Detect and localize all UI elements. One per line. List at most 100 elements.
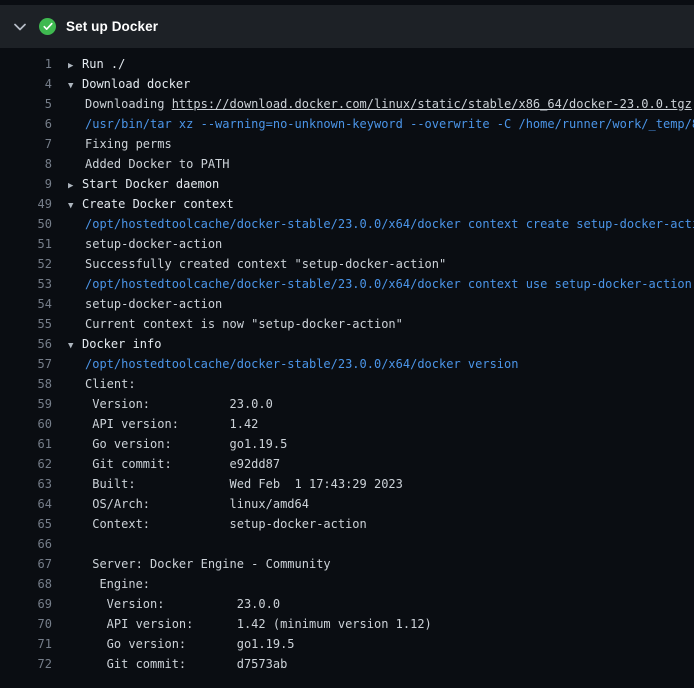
log-content: Added Docker to PATH	[68, 154, 230, 174]
log-group-row[interactable]: 56 ▼Docker info	[0, 334, 694, 354]
log-content: API version: 1.42	[68, 414, 258, 434]
log-line: 64 OS/Arch: linux/amd64	[0, 494, 694, 514]
group-title: Docker info	[82, 337, 161, 351]
log-text: Downloading	[85, 97, 172, 111]
chevron-right-icon: ▶	[68, 56, 82, 74]
log-content: /usr/bin/tar xz --warning=no-unknown-key…	[68, 114, 694, 134]
log-group-row[interactable]: 4 ▼Download docker	[0, 74, 694, 94]
line-number[interactable]: 57	[0, 354, 52, 374]
log-content	[68, 534, 85, 554]
line-number[interactable]: 7	[0, 134, 52, 154]
line-number[interactable]: 8	[0, 154, 52, 174]
line-number[interactable]: 67	[0, 554, 52, 574]
line-number[interactable]: 50	[0, 214, 52, 234]
line-number[interactable]: 64	[0, 494, 52, 514]
log-line: 69 Version: 23.0.0	[0, 594, 694, 614]
step-header[interactable]: Set up Docker	[0, 5, 694, 48]
log-line: 61 Go version: go1.19.5	[0, 434, 694, 454]
log-group-row[interactable]: 1 ▶Run ./	[0, 54, 694, 74]
line-number[interactable]: 52	[0, 254, 52, 274]
line-number[interactable]: 49	[0, 194, 52, 214]
log-line: 62 Git commit: e92dd87	[0, 454, 694, 474]
line-number[interactable]: 1	[0, 54, 52, 74]
log-group-row[interactable]: 49 ▼Create Docker context	[0, 194, 694, 214]
log-line: 50/opt/hostedtoolcache/docker-stable/23.…	[0, 214, 694, 234]
log-line: 6/usr/bin/tar xz --warning=no-unknown-ke…	[0, 114, 694, 134]
line-number[interactable]: 6	[0, 114, 52, 134]
log: 1▶Run ./4▼Download docker5Downloading ht…	[0, 48, 694, 674]
log-line: 72 Git commit: d7573ab	[0, 654, 694, 674]
line-number[interactable]: 61	[0, 434, 52, 454]
line-number[interactable]: 59	[0, 394, 52, 414]
log-content: Downloading https://download.docker.com/…	[68, 94, 692, 114]
log-content: ▶Run ./	[68, 54, 125, 74]
log-line: 66	[0, 534, 694, 554]
chevron-down-icon: ▼	[68, 196, 82, 214]
line-number[interactable]: 70	[0, 614, 52, 634]
log-content: Server: Docker Engine - Community	[68, 554, 331, 574]
line-number[interactable]: 9	[0, 174, 52, 194]
line-number[interactable]: 65	[0, 514, 52, 534]
line-number[interactable]: 51	[0, 234, 52, 254]
log-content: Git commit: d7573ab	[68, 654, 287, 674]
log-content: ▼Download docker	[68, 74, 190, 94]
line-number[interactable]: 69	[0, 594, 52, 614]
line-number[interactable]: 71	[0, 634, 52, 654]
group-title: Create Docker context	[82, 197, 234, 211]
log-content: Successfully created context "setup-dock…	[68, 254, 446, 274]
log-content: API version: 1.42 (minimum version 1.12)	[68, 614, 432, 634]
log-content: setup-docker-action	[68, 234, 222, 254]
log-content: Context: setup-docker-action	[68, 514, 367, 534]
log-line: 5 Downloading https://download.docker.com…	[0, 94, 694, 114]
line-number[interactable]: 54	[0, 294, 52, 314]
log-content: Git commit: e92dd87	[68, 454, 280, 474]
log-content: Fixing perms	[68, 134, 172, 154]
group-title: Run ./	[82, 57, 125, 71]
line-number[interactable]: 4	[0, 74, 52, 94]
log-line: 70 API version: 1.42 (minimum version 1.…	[0, 614, 694, 634]
log-content: /opt/hostedtoolcache/docker-stable/23.0.…	[68, 214, 694, 234]
log-link[interactable]: https://download.docker.com/linux/static…	[172, 97, 692, 111]
line-number[interactable]: 55	[0, 314, 52, 334]
line-number[interactable]: 5	[0, 94, 52, 114]
line-number[interactable]: 72	[0, 654, 52, 674]
log-line: 71 Go version: go1.19.5	[0, 634, 694, 654]
log-line: 59 Version: 23.0.0	[0, 394, 694, 414]
log-content: ▼Create Docker context	[68, 194, 234, 214]
log-line: 55Current context is now "setup-docker-a…	[0, 314, 694, 334]
log-content: setup-docker-action	[68, 294, 222, 314]
log-group-row[interactable]: 9 ▶Start Docker daemon	[0, 174, 694, 194]
chevron-down-icon: ▼	[68, 336, 82, 354]
log-content: /opt/hostedtoolcache/docker-stable/23.0.…	[68, 354, 518, 374]
log-line: 7 Fixing perms	[0, 134, 694, 154]
log-content: Engine:	[68, 574, 150, 594]
log-line: 52 Successfully created context "setup-do…	[0, 254, 694, 274]
log-content: Go version: go1.19.5	[68, 434, 287, 454]
log-content: ▼Docker info	[68, 334, 161, 354]
line-number[interactable]: 66	[0, 534, 52, 554]
line-number[interactable]: 60	[0, 414, 52, 434]
log-content: Go version: go1.19.5	[68, 634, 295, 654]
line-number[interactable]: 56	[0, 334, 52, 354]
line-number[interactable]: 68	[0, 574, 52, 594]
log-content: Version: 23.0.0	[68, 594, 280, 614]
log-line: 51 setup-docker-action	[0, 234, 694, 254]
line-number[interactable]: 62	[0, 454, 52, 474]
chevron-right-icon: ▶	[68, 176, 82, 194]
line-number[interactable]: 63	[0, 474, 52, 494]
log-line: 8 Added Docker to PATH	[0, 154, 694, 174]
line-number[interactable]: 58	[0, 374, 52, 394]
line-number[interactable]: 53	[0, 274, 52, 294]
log-line: 54 setup-docker-action	[0, 294, 694, 314]
step-title: Set up Docker	[66, 19, 158, 34]
group-title: Download docker	[82, 77, 190, 91]
chevron-down-icon[interactable]	[14, 23, 26, 31]
log-line: 67 Server: Docker Engine - Community	[0, 554, 694, 574]
log-line: 63 Built: Wed Feb 1 17:43:29 2023	[0, 474, 694, 494]
log-line: 60 API version: 1.42	[0, 414, 694, 434]
log-content: ▶Start Docker daemon	[68, 174, 219, 194]
log-line: 53/opt/hostedtoolcache/docker-stable/23.…	[0, 274, 694, 294]
log-content: /opt/hostedtoolcache/docker-stable/23.0.…	[68, 274, 692, 294]
log-line: 65 Context: setup-docker-action	[0, 514, 694, 534]
check-circle-icon	[39, 18, 56, 35]
